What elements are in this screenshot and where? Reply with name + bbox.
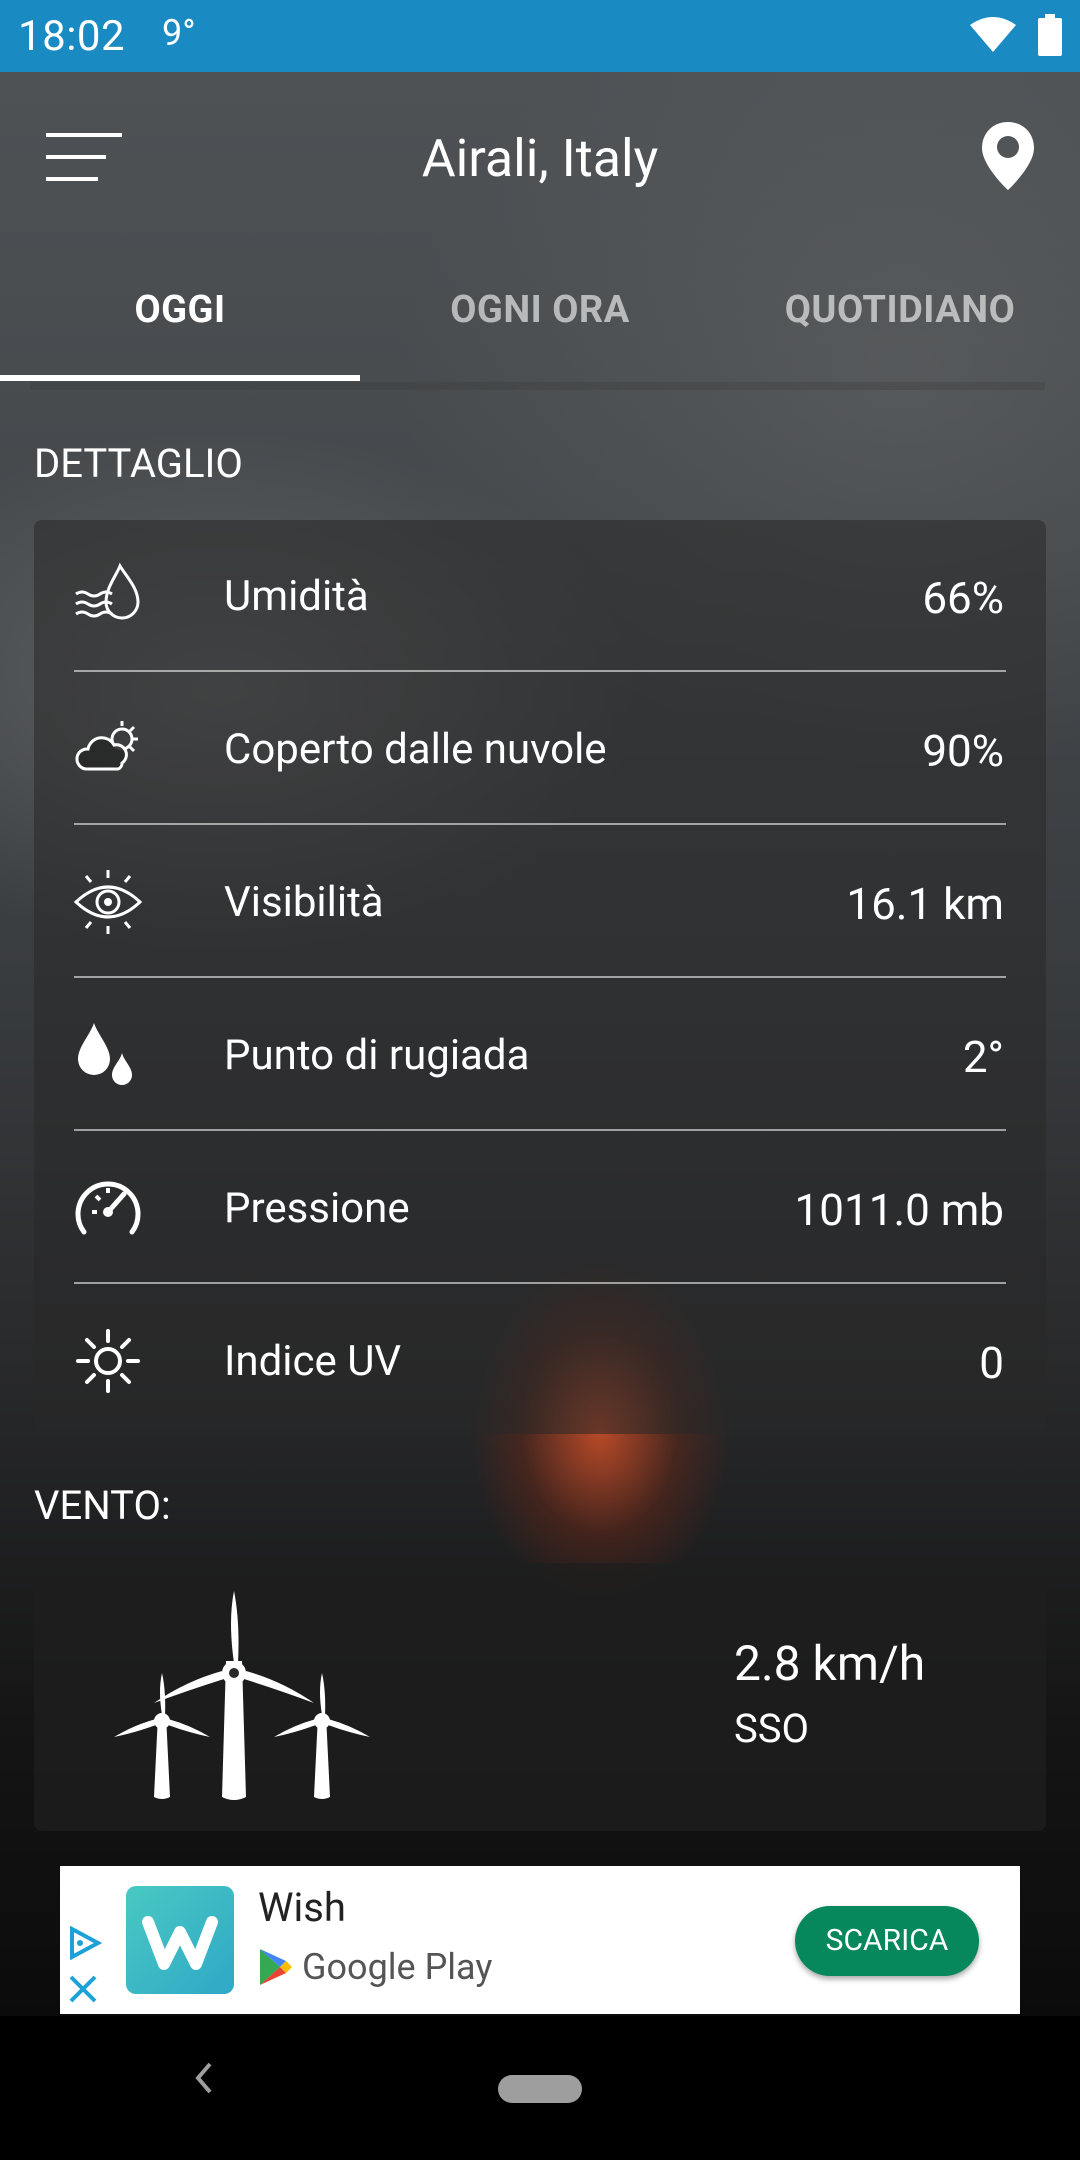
detail-row-pressure: Pressione 1011.0 mb [34,1132,1046,1285]
detail-label: Coperto dalle nuvole [224,725,607,774]
tab-shadow [30,382,1045,390]
detail-value: 0 [979,1337,1004,1389]
pressure-icon [75,1181,141,1235]
ad-banner[interactable]: Wish Google Play SCARICA [60,1866,1020,2014]
detail-row-cloud-cover: Coperto dalle nuvole 90% [34,673,1046,826]
navigation-bar [0,2016,1080,2160]
wind-section-title: VENTO: [34,1482,171,1529]
location-pin-icon [982,122,1034,190]
detail-row-dew-point: Punto di rugiada 2° [34,979,1046,1132]
wish-logo-icon [142,1916,218,1970]
back-icon[interactable] [190,2058,216,2098]
detail-label: Indice UV [224,1337,402,1386]
divider [74,823,1006,825]
status-temperature: 9° [162,12,196,54]
ad-store-name: Google Play [302,1946,493,1988]
wind-card: 2.8 km/h SSO [34,1563,1046,1831]
ad-store: Google Play [258,1946,492,1988]
humidity-icon [75,562,140,620]
details-section-title: DETTAGLIO [34,440,243,487]
battery-icon [1038,14,1062,56]
status-icons [970,14,1062,56]
detail-label: Punto di rugiada [224,1031,530,1080]
wish-app-logo [126,1886,234,1994]
uv-index-icon [76,1329,140,1393]
tab-bar: OGGI OGNI ORA QUOTIDIANO [0,270,1080,390]
wifi-icon [970,17,1016,52]
location-title: Airali, Italy [421,128,659,189]
divider [74,1282,1006,1284]
wind-direction: SSO [734,1705,810,1752]
visibility-icon [73,870,143,934]
ad-app-name: Wish [258,1884,346,1931]
wind-turbine-icon [114,1591,370,1800]
detail-row-humidity: Umidità 66% [34,520,1046,673]
cloud-cover-icon [75,721,138,771]
status-bar: 18:02 9° [0,0,1080,72]
divider [74,1129,1006,1131]
tab-quotidiano[interactable]: QUOTIDIANO [720,288,1080,332]
detail-value: 1011.0 mb [794,1184,1004,1236]
detail-row-uv-index: Indice UV 0 [34,1285,1046,1438]
detail-label: Umidità [224,572,369,621]
detail-row-visibility: Visibilità 16.1 km [34,826,1046,979]
wind-speed: 2.8 km/h [734,1635,926,1692]
divider [74,670,1006,672]
detail-label: Pressione [224,1184,410,1233]
ad-choices-icon[interactable] [68,1926,102,1960]
location-button[interactable] [982,122,1034,194]
status-time: 18:02 [18,12,126,61]
detail-value: 90% [922,725,1004,777]
detail-value: 66% [922,572,1004,624]
divider [74,976,1006,978]
ad-close-icon[interactable] [68,1974,98,2004]
tab-indicator [0,375,360,381]
tab-oggi[interactable]: OGGI [0,288,360,332]
home-button[interactable] [498,2075,582,2103]
detail-value: 16.1 km [846,878,1004,930]
google-play-icon [260,1949,292,1985]
detail-value: 2° [962,1031,1004,1083]
ad-install-button[interactable]: SCARICA [795,1906,979,1976]
tab-ogni-ora[interactable]: OGNI ORA [360,288,720,332]
details-card: Umidità 66% Coperto dalle nuvole 90% Vis… [34,520,1046,1434]
detail-label: Visibilità [224,878,384,927]
dew-point-icon [78,1023,132,1085]
